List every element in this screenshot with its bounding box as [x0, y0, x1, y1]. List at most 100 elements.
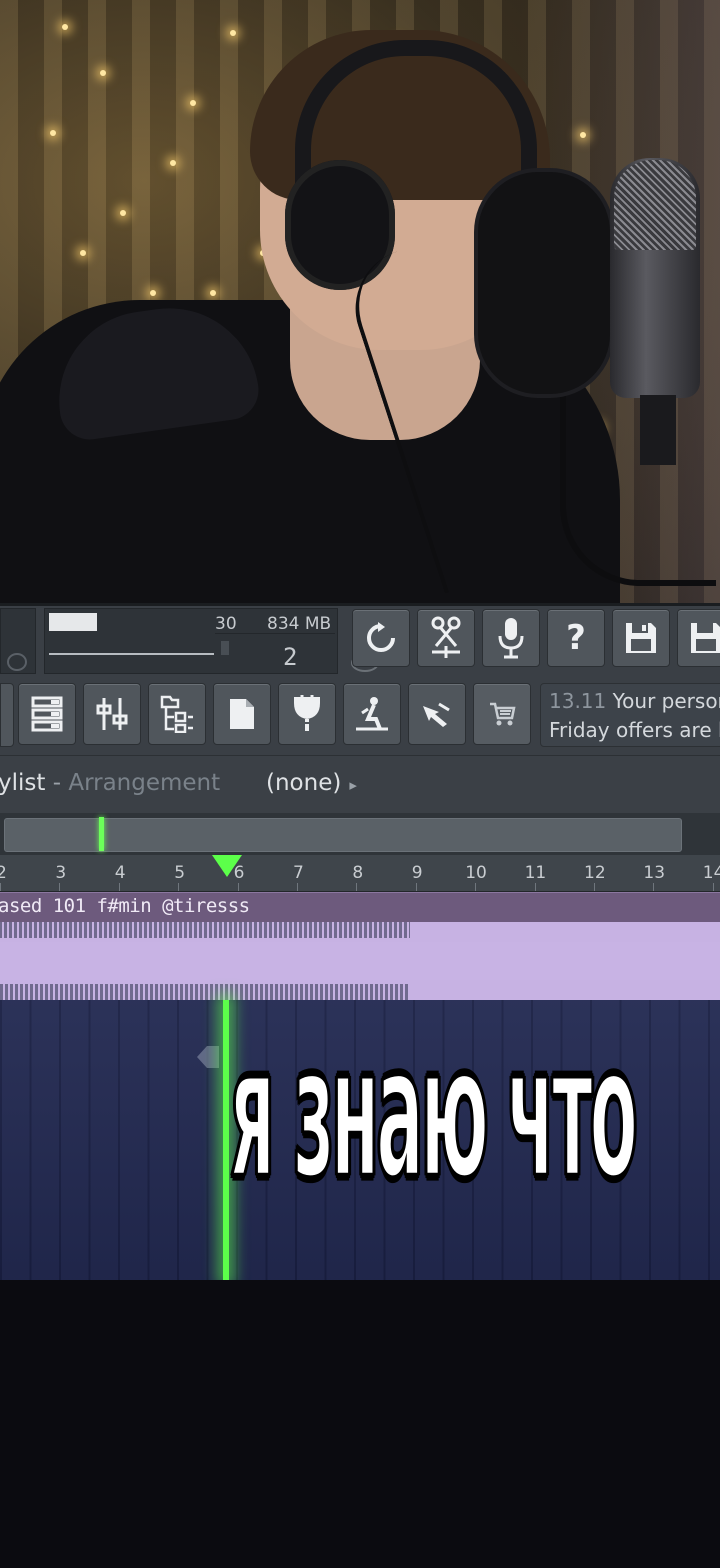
- playlist-title-text: ylist: [0, 770, 46, 796]
- news-text-1: Your person: [612, 689, 720, 713]
- hand-pointer-icon: [421, 700, 453, 728]
- polyphony-value: 2: [283, 643, 298, 671]
- plug-icon: [292, 695, 322, 733]
- record-audio-button[interactable]: [482, 609, 540, 667]
- playlist-titlebar[interactable]: ylist - Arrangement (none) ▸: [0, 755, 720, 814]
- ruler-bar-4: 4: [114, 863, 126, 883]
- project-button[interactable]: [213, 683, 271, 745]
- playhead-marker[interactable]: [212, 855, 242, 877]
- ruler-bar-14: 14: [702, 863, 720, 883]
- fairy-light: [80, 250, 86, 256]
- ruler-tick: [297, 883, 298, 891]
- speaker-icon: [175, 1040, 225, 1074]
- channel-rack-button[interactable]: [18, 683, 76, 745]
- waveform-bottom: [0, 984, 410, 1000]
- ruler-bar-2: 2: [0, 863, 7, 883]
- audio-clip-waveform[interactable]: [0, 922, 720, 1000]
- shop-button[interactable]: [473, 683, 531, 745]
- ruler-tick: [653, 883, 655, 891]
- meter-tick: [221, 641, 229, 655]
- pattern-value: (none): [266, 770, 342, 796]
- ruler-tick: [712, 883, 714, 891]
- cart-icon: [488, 701, 516, 727]
- fairy-light: [50, 130, 56, 136]
- playlist-separator: -: [52, 770, 62, 796]
- pattern-selector[interactable]: (none) ▸: [266, 770, 357, 796]
- microphone-grille: [614, 160, 696, 250]
- waveform-body: [0, 942, 720, 980]
- mic-arm: [560, 380, 716, 586]
- window-border: [0, 603, 720, 606]
- ruler-tick: [237, 883, 239, 891]
- snap-button[interactable]: [417, 609, 475, 667]
- browser-tree-icon: [160, 695, 194, 733]
- fairy-light: [230, 30, 236, 36]
- audio-clip-header[interactable]: ased 101 f#min @tiresss: [0, 892, 720, 923]
- microphone-mount: [640, 395, 676, 465]
- ruler-tick: [178, 883, 180, 891]
- ruler-tick: [0, 883, 1, 891]
- ruler-bar-13: 13: [643, 863, 666, 883]
- waveform-top: [0, 922, 410, 938]
- floppy-icon: [689, 621, 720, 655]
- fairy-light: [190, 100, 196, 106]
- news-line-2: Friday offers are h: [549, 718, 720, 742]
- tutorial-button[interactable]: [343, 683, 401, 745]
- ruler-tick: [59, 883, 61, 891]
- cpu-graph: [49, 653, 214, 661]
- cpu-value: 30: [215, 614, 237, 634]
- fairy-light: [580, 132, 586, 138]
- pop-filter: [478, 172, 610, 394]
- overview-playhead: [99, 817, 104, 851]
- ruler-tick: [475, 883, 477, 891]
- webcam-video: [0, 0, 720, 603]
- save-as-button[interactable]: [677, 609, 720, 667]
- ruler-bar-10: 10: [465, 863, 487, 883]
- resource-monitor[interactable]: 30 834 MB 2: [44, 608, 379, 674]
- ruler-bar-3: 3: [55, 863, 67, 883]
- document-icon: [228, 697, 256, 731]
- scroll-thumb[interactable]: [4, 818, 682, 852]
- overview-scrollbar[interactable]: [0, 813, 720, 855]
- news-line-1: 13.11 Your person: [549, 689, 720, 713]
- left-panel-edge: [0, 608, 36, 674]
- ruler-bar-8: 8: [352, 863, 364, 883]
- cpu-meter: [49, 613, 97, 631]
- person-desk-icon: [354, 695, 390, 733]
- news-panel[interactable]: 13.11 Your person Friday offers are h: [540, 683, 720, 747]
- memory-value: 834 MB: [267, 614, 332, 634]
- toolbar-edge-button[interactable]: [0, 683, 14, 747]
- ruler-tick: [594, 883, 595, 891]
- help-button[interactable]: ?: [547, 609, 605, 667]
- ruler-bar-5: 5: [174, 863, 186, 883]
- ruler-tick: [415, 883, 417, 891]
- browser-button[interactable]: [148, 683, 206, 745]
- small-ring-icon: [7, 653, 27, 671]
- plugin-button[interactable]: [278, 683, 336, 745]
- ruler-bar-9: 9: [411, 863, 423, 883]
- pattern-arrow-icon: ▸: [349, 776, 357, 794]
- timeline-ruler[interactable]: 2 3 4 5 6 7 8 9 10 11 12 13 14: [0, 855, 720, 892]
- floppy-icon: [624, 621, 658, 655]
- question-icon: ?: [566, 618, 586, 658]
- playlist-subtitle: Arrangement: [68, 770, 221, 796]
- channel-rack-icon: [31, 696, 63, 732]
- fairy-light: [120, 210, 126, 216]
- fairy-light: [150, 290, 156, 296]
- playlist-title: ylist - Arrangement: [0, 770, 220, 796]
- divider: [215, 633, 335, 634]
- save-button[interactable]: [612, 609, 670, 667]
- ruler-tick: [534, 883, 536, 891]
- scissors-cross-icon: [429, 616, 463, 660]
- news-time: 13.11: [549, 689, 607, 713]
- microphone-icon: [496, 616, 526, 660]
- clip-name: ased 101 f#min @tiresss: [0, 895, 250, 917]
- undo-button[interactable]: [352, 609, 410, 667]
- ruler-bar-11: 11: [524, 863, 547, 883]
- ruler-bar-7: 7: [293, 863, 304, 883]
- touch-button[interactable]: [408, 683, 466, 745]
- lyric-caption: я знаю что: [229, 1006, 639, 1220]
- ruler-tick: [356, 883, 358, 891]
- fairy-light: [62, 24, 68, 30]
- mixer-button[interactable]: [83, 683, 141, 745]
